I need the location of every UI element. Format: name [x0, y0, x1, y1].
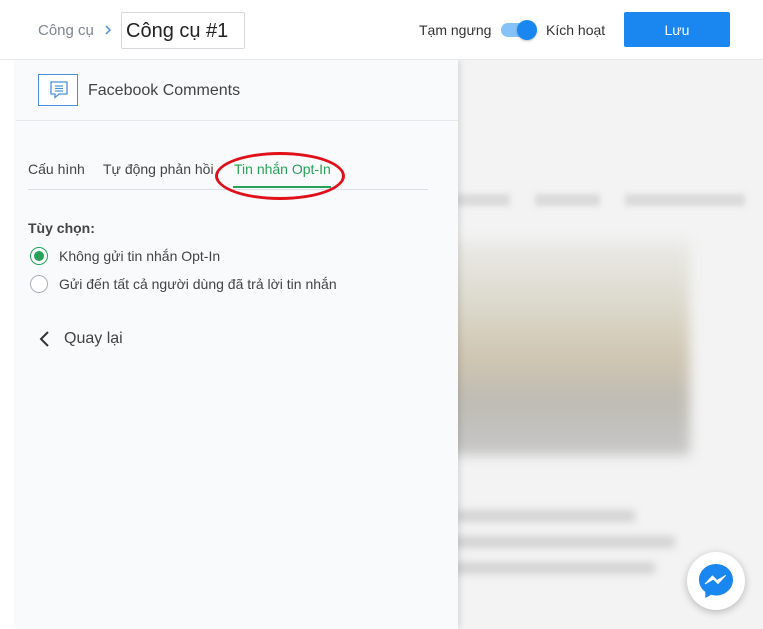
preview-blurred-image — [440, 240, 690, 455]
chevron-right-icon — [105, 25, 112, 35]
preview-blurred-nav — [625, 194, 745, 206]
active-tab-indicator — [233, 186, 331, 188]
panel-title: Facebook Comments — [88, 82, 241, 99]
tab-config[interactable]: Cấu hình — [28, 161, 85, 177]
breadcrumb-tools[interactable]: Công cụ — [38, 22, 94, 39]
top-bar: Công cụ Tạm ngưng Kích hoạt Lưu — [0, 0, 763, 60]
status-toggle[interactable] — [501, 20, 537, 40]
options-label: Tùy chọn: — [28, 220, 95, 236]
page: Công cụ Tạm ngưng Kích hoạt Lưu Facebook… — [0, 0, 763, 629]
tab-auto-reply[interactable]: Tự động phản hồi — [103, 161, 214, 177]
preview-blurred-text — [450, 562, 655, 574]
save-button[interactable]: Lưu — [624, 12, 730, 47]
toggle-knob — [517, 20, 537, 40]
settings-panel: Facebook Comments Cấu hình Tự động phản … — [16, 60, 458, 629]
preview-blurred-text — [455, 510, 635, 522]
tab-bar: Cấu hình Tự động phản hồi Tin nhắn Opt-I… — [28, 157, 428, 190]
tool-name-input[interactable] — [121, 12, 245, 49]
messenger-icon — [699, 564, 733, 598]
back-label: Quay lại — [64, 330, 123, 347]
option-label: Gửi đến tất cả người dùng đã trả lời tin… — [59, 276, 337, 292]
tab-opt-in-message[interactable]: Tin nhắn Opt-In — [234, 161, 331, 177]
radio-button[interactable] — [30, 275, 48, 293]
preview-blurred-text — [450, 536, 675, 548]
pause-label: Tạm ngưng — [419, 22, 492, 38]
radio-button[interactable] — [30, 247, 48, 265]
comment-icon — [38, 74, 78, 106]
option-label: Không gửi tin nhắn Opt-In — [59, 248, 221, 264]
messenger-chat-button[interactable] — [687, 552, 745, 610]
activate-label: Kích hoạt — [546, 22, 606, 38]
panel-header: Facebook Comments — [16, 60, 458, 121]
preview-blurred-nav — [535, 194, 600, 206]
chevron-left-icon — [39, 331, 49, 347]
preview-blurred-nav — [455, 194, 510, 206]
